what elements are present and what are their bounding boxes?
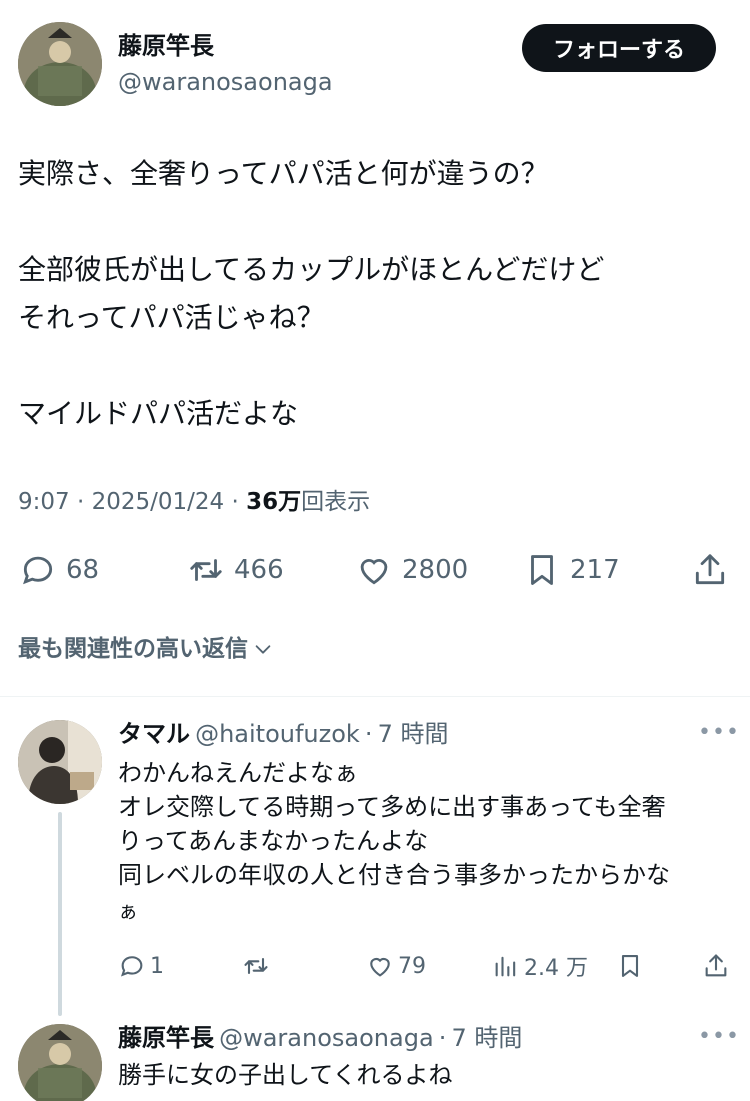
analytics-icon xyxy=(495,956,516,977)
bookmark-icon xyxy=(522,550,562,590)
reply-reply-count: 1 xyxy=(150,953,164,979)
chevron-down-icon xyxy=(255,645,271,654)
reply-like-action[interactable]: 79 xyxy=(366,948,426,984)
reply-header: タマル @haitoufuzok · 7 時間 xyxy=(118,718,449,750)
like-action[interactable]: 2800 xyxy=(354,548,468,592)
reply-time[interactable]: 7 時間 xyxy=(378,720,449,748)
more-options-icon[interactable]: ••• xyxy=(698,1024,740,1049)
reply-separator: · xyxy=(364,720,373,748)
retweet-icon xyxy=(186,550,226,590)
reply-bookmark-action[interactable] xyxy=(616,948,648,984)
reply-text-line: わかんねえんだよなぁ xyxy=(118,759,358,787)
section-divider xyxy=(0,696,750,697)
share-icon xyxy=(705,954,727,977)
meta-separator: · xyxy=(231,489,239,515)
share-action[interactable] xyxy=(690,548,738,592)
reply-retweet-action[interactable] xyxy=(242,948,274,984)
tweet-time[interactable]: 9:07 xyxy=(18,489,70,515)
reply-handle[interactable]: @waranosaonaga xyxy=(219,1024,434,1052)
reply-handle[interactable]: @haitoufuzok xyxy=(195,720,360,748)
heart-icon xyxy=(354,550,394,590)
author-handle[interactable]: @waranosaonaga xyxy=(118,66,333,98)
reply-count: 68 xyxy=(66,555,100,585)
reply-text-line: 同レベルの年収の人と付き合う事多かったからかな xyxy=(118,861,670,889)
views-count: 36万 xyxy=(246,489,302,515)
reply-sort-dropdown[interactable]: 最も関連性の高い返信 xyxy=(18,632,274,666)
share-icon xyxy=(690,550,730,590)
tweet-text-line: マイルドパパ活だよな xyxy=(18,397,299,430)
retweet-action[interactable]: 466 xyxy=(186,548,284,592)
reply-text-line: ぁ xyxy=(118,899,138,923)
views-label: 回表示 xyxy=(301,489,371,515)
reply-icon xyxy=(18,550,58,590)
tweet-text-line: 全部彼氏が出してるカップルがほとんどだけど xyxy=(18,253,605,286)
like-count: 2800 xyxy=(402,555,469,585)
thread-line xyxy=(58,812,62,1016)
reply-icon xyxy=(120,956,143,977)
more-options-icon[interactable]: ••• xyxy=(698,720,740,745)
tweet-meta: 9:07 · 2025/01/24 · 36万回表示 xyxy=(18,486,370,518)
reply-action[interactable]: 68 xyxy=(18,548,99,592)
reply-separator: · xyxy=(438,1024,447,1052)
reply-text-line: 勝手に女の子出してくれるよね xyxy=(118,1061,453,1089)
reply-time[interactable]: 7 時間 xyxy=(451,1024,522,1052)
reply-text-line: オレ交際してる時期って多めに出す事あっても全奢 xyxy=(118,793,666,821)
reply-views-count: 2.4 万 xyxy=(524,956,588,981)
retweet-count: 466 xyxy=(234,555,284,585)
follow-button[interactable]: フォローする xyxy=(522,24,716,72)
retweet-icon xyxy=(244,957,268,975)
meta-separator: · xyxy=(76,489,85,515)
reply-sort-label: 最も関連性の高い返信 xyxy=(18,636,248,662)
reply-header: 藤原竿長 @waranosaonaga · 7 時間 xyxy=(118,1022,522,1054)
tweet-text-line: それってパパ活じゃね？ xyxy=(18,301,325,334)
reply-display-name[interactable]: 藤原竿長 xyxy=(118,1024,214,1052)
reply-avatar[interactable] xyxy=(18,720,102,804)
bookmark-count: 217 xyxy=(570,555,620,585)
reply-like-count: 79 xyxy=(398,953,426,979)
author-avatar[interactable] xyxy=(18,22,102,106)
bookmark-action[interactable]: 217 xyxy=(522,548,620,592)
reply-text-line: りってあんまなかったんよな xyxy=(118,827,429,855)
heart-icon xyxy=(370,957,390,977)
author-display-name[interactable]: 藤原竿長 xyxy=(118,30,214,62)
tweet-text-line: 実際さ、全奢りってパパ活と何が違うの？ xyxy=(18,157,549,190)
reply-share-action[interactable] xyxy=(702,948,734,984)
reply-display-name[interactable]: タマル xyxy=(118,720,190,748)
bookmark-icon xyxy=(621,955,639,977)
reply-reply-action[interactable]: 1 xyxy=(118,948,164,984)
reply-avatar[interactable] xyxy=(18,1024,102,1101)
reply-views-action[interactable]: 2.4 万 xyxy=(492,948,588,984)
tweet-date[interactable]: 2025/01/24 xyxy=(92,489,225,515)
